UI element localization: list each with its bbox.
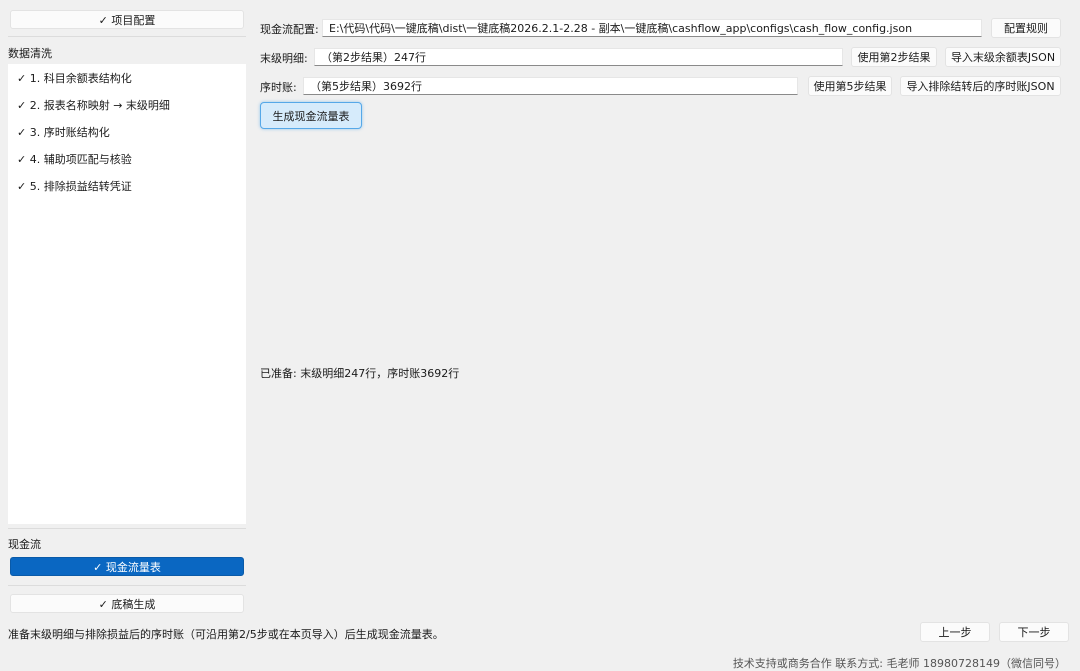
step-item-4[interactable]: ✓ 4. 辅助项匹配与核验: [17, 151, 132, 167]
status-text: 已准备: 末级明细247行，序时账3692行: [260, 367, 460, 380]
detail-field[interactable]: （第2步结果）247行: [314, 48, 843, 66]
prev-step-button[interactable]: 上一步: [920, 622, 990, 642]
step-item-2[interactable]: ✓ 2. 报表名称映射 → 末级明细: [17, 97, 170, 113]
draft-generation-button[interactable]: ✓ 底稿生成: [10, 594, 244, 613]
step-item-3[interactable]: ✓ 3. 序时账结构化: [17, 124, 110, 140]
step-list: ✓ 1. 科目余额表结构化 ✓ 2. 报表名称映射 → 末级明细 ✓ 3. 序时…: [8, 64, 246, 524]
generate-cashflow-button[interactable]: 生成现金流量表: [260, 102, 362, 129]
hint-text: 准备末级明细与排除损益后的序时账（可沿用第2/5步或在本页导入）后生成现金流量表…: [8, 628, 444, 641]
config-label: 现金流配置:: [260, 23, 319, 36]
cashflow-statement-button[interactable]: ✓ 现金流量表: [10, 557, 244, 576]
use-step5-button[interactable]: 使用第5步结果: [808, 76, 892, 96]
config-path-field[interactable]: E:\代码\代码\一键底稿\dist\一键底稿2026.2.1-2.28 - 副…: [322, 19, 982, 37]
config-rules-button[interactable]: 配置规则: [991, 18, 1061, 38]
step-item-1[interactable]: ✓ 1. 科目余额表结构化: [17, 70, 132, 86]
import-journal-json-button[interactable]: 导入排除结转后的序时账JSON: [900, 76, 1061, 96]
import-balance-json-button[interactable]: 导入末级余额表JSON: [945, 47, 1061, 67]
step-item-5[interactable]: ✓ 5. 排除损益结转凭证: [17, 178, 132, 194]
section-title-cleaning: 数据清洗: [8, 47, 52, 60]
journal-label: 序时账:: [260, 81, 297, 94]
sidebar-divider: [8, 585, 246, 586]
project-config-button[interactable]: ✓ 项目配置: [10, 10, 244, 29]
sidebar-divider: [8, 528, 246, 529]
journal-field[interactable]: （第5步结果）3692行: [303, 77, 798, 95]
sidebar-divider: [8, 36, 246, 37]
section-title-cashflow: 现金流: [8, 538, 41, 551]
use-step2-button[interactable]: 使用第2步结果: [851, 47, 937, 67]
next-step-button[interactable]: 下一步: [999, 622, 1069, 642]
detail-label: 末级明细:: [260, 52, 308, 65]
contact-footer: 技术支持或商务合作 联系方式: 毛老师 18980728149（微信同号）: [732, 657, 1066, 670]
